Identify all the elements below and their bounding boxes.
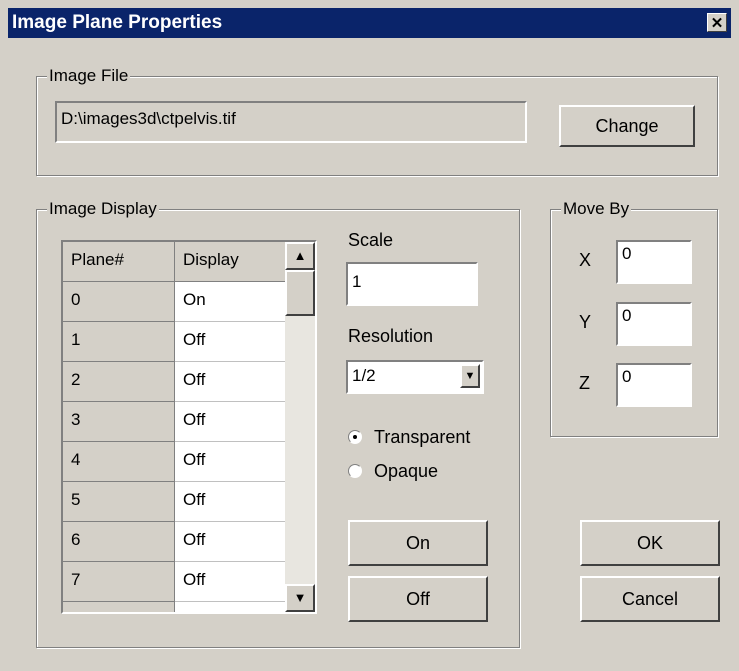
plane-cell: 7 [63,562,175,602]
up-arrow-icon: ▲ [293,248,307,263]
transparent-radio[interactable] [348,430,362,444]
display-cell[interactable]: Off [175,402,287,442]
down-arrow-icon: ▼ [293,590,307,605]
plane-cell: 2 [63,362,175,402]
table-row[interactable]: 0 On [63,282,287,322]
radio-selected-dot [353,435,357,439]
plane-cell: 5 [63,482,175,522]
move-y-input[interactable]: 0 [616,302,692,346]
y-label: Y [579,312,592,332]
plane-grid-body: Plane# Display 0 On 1 Off 2 Off 3 Off 4 … [63,242,287,612]
move-z-input[interactable]: 0 [616,363,692,407]
change-button[interactable]: Change [559,105,695,147]
off-button-label: Off [406,589,430,609]
on-button-label: On [405,533,430,553]
scroll-thumb[interactable] [285,270,315,316]
plane-cell: 3 [63,402,175,442]
opaque-radio[interactable] [348,464,362,478]
x-label: X [579,250,592,270]
grid-header-row: Plane# Display [63,242,287,282]
header-plane: Plane# [63,242,175,282]
display-cell[interactable]: Off [175,522,287,562]
display-cell[interactable]: Off [175,562,287,602]
change-button-label: Change [595,116,659,136]
scroll-down-button[interactable]: ▼ [285,584,315,612]
resolution-label: Resolution [348,326,434,346]
window-title: Image Plane Properties [12,12,223,33]
table-row[interactable]: 4 Off [63,442,287,482]
table-row[interactable]: 7 Off [63,562,287,602]
image-file-group: Image File D:\images3d\ctpelvis.tif Chan… [36,65,718,176]
scale-input[interactable]: 1 [346,262,478,306]
image-plane-properties-dialog: Image Plane Properties ✕ Image File D:\i… [0,0,739,671]
display-cell[interactable]: Off [175,602,287,612]
display-cell[interactable]: Off [175,442,287,482]
table-row[interactable]: 8 Off [63,602,287,612]
z-label: Z [579,373,590,393]
table-row[interactable]: 3 Off [63,402,287,442]
off-button[interactable]: Off [348,576,488,622]
close-icon: ✕ [710,15,724,32]
on-button[interactable]: On [348,520,488,566]
scale-label: Scale [348,230,394,250]
plane-cell: 8 [63,602,175,612]
resolution-dropdown-button[interactable]: ▼ [460,364,480,388]
table-row[interactable]: 6 Off [63,522,287,562]
plane-grid[interactable]: Plane# Display 0 On 1 Off 2 Off 3 Off 4 … [61,240,317,614]
table-row[interactable]: 5 Off [63,482,287,522]
plane-cell: 1 [63,322,175,362]
chevron-down-icon: ▼ [464,370,476,382]
display-cell[interactable]: Off [175,482,287,522]
display-cell[interactable]: Off [175,322,287,362]
plane-cell: 4 [63,442,175,482]
cancel-button[interactable]: Cancel [580,576,720,622]
header-display: Display [175,242,287,282]
move-x-input[interactable]: 0 [616,240,692,284]
title-bar[interactable]: Image Plane Properties ✕ [8,8,731,38]
table-row[interactable]: 1 Off [63,322,287,362]
scroll-up-button[interactable]: ▲ [285,242,315,270]
image-path-field[interactable]: D:\images3d\ctpelvis.tif [55,101,527,143]
close-button[interactable]: ✕ [707,13,727,32]
opaque-label[interactable]: Opaque [374,461,438,482]
grid-scrollbar[interactable]: ▲ ▼ [285,242,315,612]
resolution-value: 1/2 [352,366,376,385]
transparent-label[interactable]: Transparent [374,427,470,448]
ok-button[interactable]: OK [580,520,720,566]
cancel-button-label: Cancel [621,589,679,609]
image-file-legend: Image File [47,65,131,87]
image-display-legend: Image Display [47,198,159,220]
move-by-legend: Move By [561,198,632,220]
display-cell[interactable]: Off [175,362,287,402]
table-row[interactable]: 2 Off [63,362,287,402]
plane-cell: 6 [63,522,175,562]
resolution-select[interactable]: 1/2 ▼ [346,360,484,394]
ok-button-label: OK [636,533,663,553]
plane-cell: 0 [63,282,175,322]
display-cell[interactable]: On [175,282,287,322]
